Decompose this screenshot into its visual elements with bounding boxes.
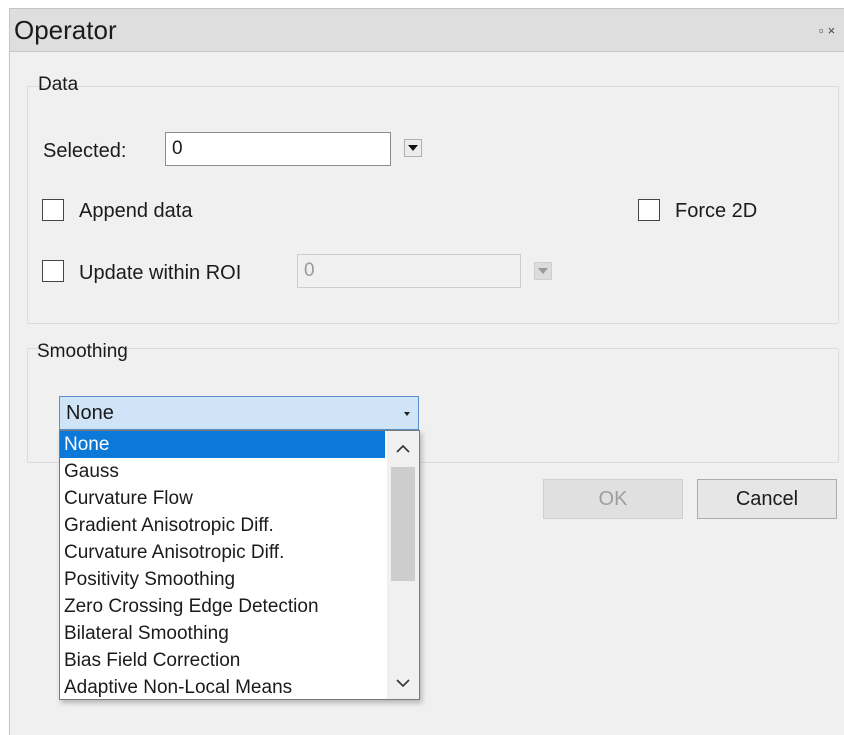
append-data-label: Append data: [79, 200, 193, 222]
smoothing-combobox[interactable]: None: [59, 396, 419, 430]
force-2d-label: Force 2D: [675, 200, 758, 222]
close-icon[interactable]: ×: [828, 23, 836, 38]
smoothing-group-label: Smoothing: [37, 341, 128, 362]
force-2d-checkbox[interactable]: [638, 199, 660, 221]
chevron-down-icon: [404, 412, 410, 416]
smoothing-option-none[interactable]: None: [60, 431, 385, 458]
scroll-down-icon[interactable]: [387, 667, 419, 701]
ok-button[interactable]: OK: [543, 479, 683, 519]
title-bar: Operator ▫ ×: [10, 9, 844, 52]
roi-dropdown-button: [534, 262, 552, 280]
cancel-button[interactable]: Cancel: [697, 479, 837, 519]
roi-input: 0: [297, 254, 521, 288]
smoothing-option-bilateral[interactable]: Bilateral Smoothing: [60, 620, 385, 647]
window-title: Operator: [14, 15, 117, 45]
dropdown-scrollbar[interactable]: [387, 431, 419, 699]
scrollbar-thumb[interactable]: [391, 467, 415, 581]
smoothing-option-bias-field[interactable]: Bias Field Correction: [60, 647, 385, 674]
smoothing-option-gauss[interactable]: Gauss: [60, 458, 385, 485]
smoothing-option-curvature-anisotropic[interactable]: Curvature Anisotropic Diff.: [60, 539, 385, 566]
smoothing-option-gradient-anisotropic[interactable]: Gradient Anisotropic Diff.: [60, 512, 385, 539]
selected-dropdown-button[interactable]: [404, 139, 422, 157]
chevron-down-icon: [408, 145, 418, 151]
selected-label: Selected:: [43, 140, 127, 162]
smoothing-dropdown-list[interactable]: None Gauss Curvature Flow Gradient Aniso…: [59, 430, 420, 700]
smoothing-option-adaptive-nlm[interactable]: Adaptive Non-Local Means: [60, 674, 385, 701]
smoothing-options: None Gauss Curvature Flow Gradient Aniso…: [60, 431, 385, 701]
smoothing-option-positivity[interactable]: Positivity Smoothing: [60, 566, 385, 593]
update-roi-checkbox[interactable]: [42, 260, 64, 282]
title-bar-controls: ▫ ×: [819, 23, 844, 38]
restore-icon[interactable]: ▫: [819, 23, 824, 38]
selected-input[interactable]: 0: [165, 132, 391, 166]
smoothing-combobox-value: None: [66, 402, 114, 424]
scroll-up-icon[interactable]: [387, 433, 419, 467]
update-roi-label: Update within ROI: [79, 262, 242, 284]
smoothing-option-curvature-flow[interactable]: Curvature Flow: [60, 485, 385, 512]
data-group-label: Data: [38, 74, 79, 95]
smoothing-option-zero-crossing[interactable]: Zero Crossing Edge Detection: [60, 593, 385, 620]
append-data-checkbox[interactable]: [42, 199, 64, 221]
chevron-down-icon: [538, 268, 548, 274]
